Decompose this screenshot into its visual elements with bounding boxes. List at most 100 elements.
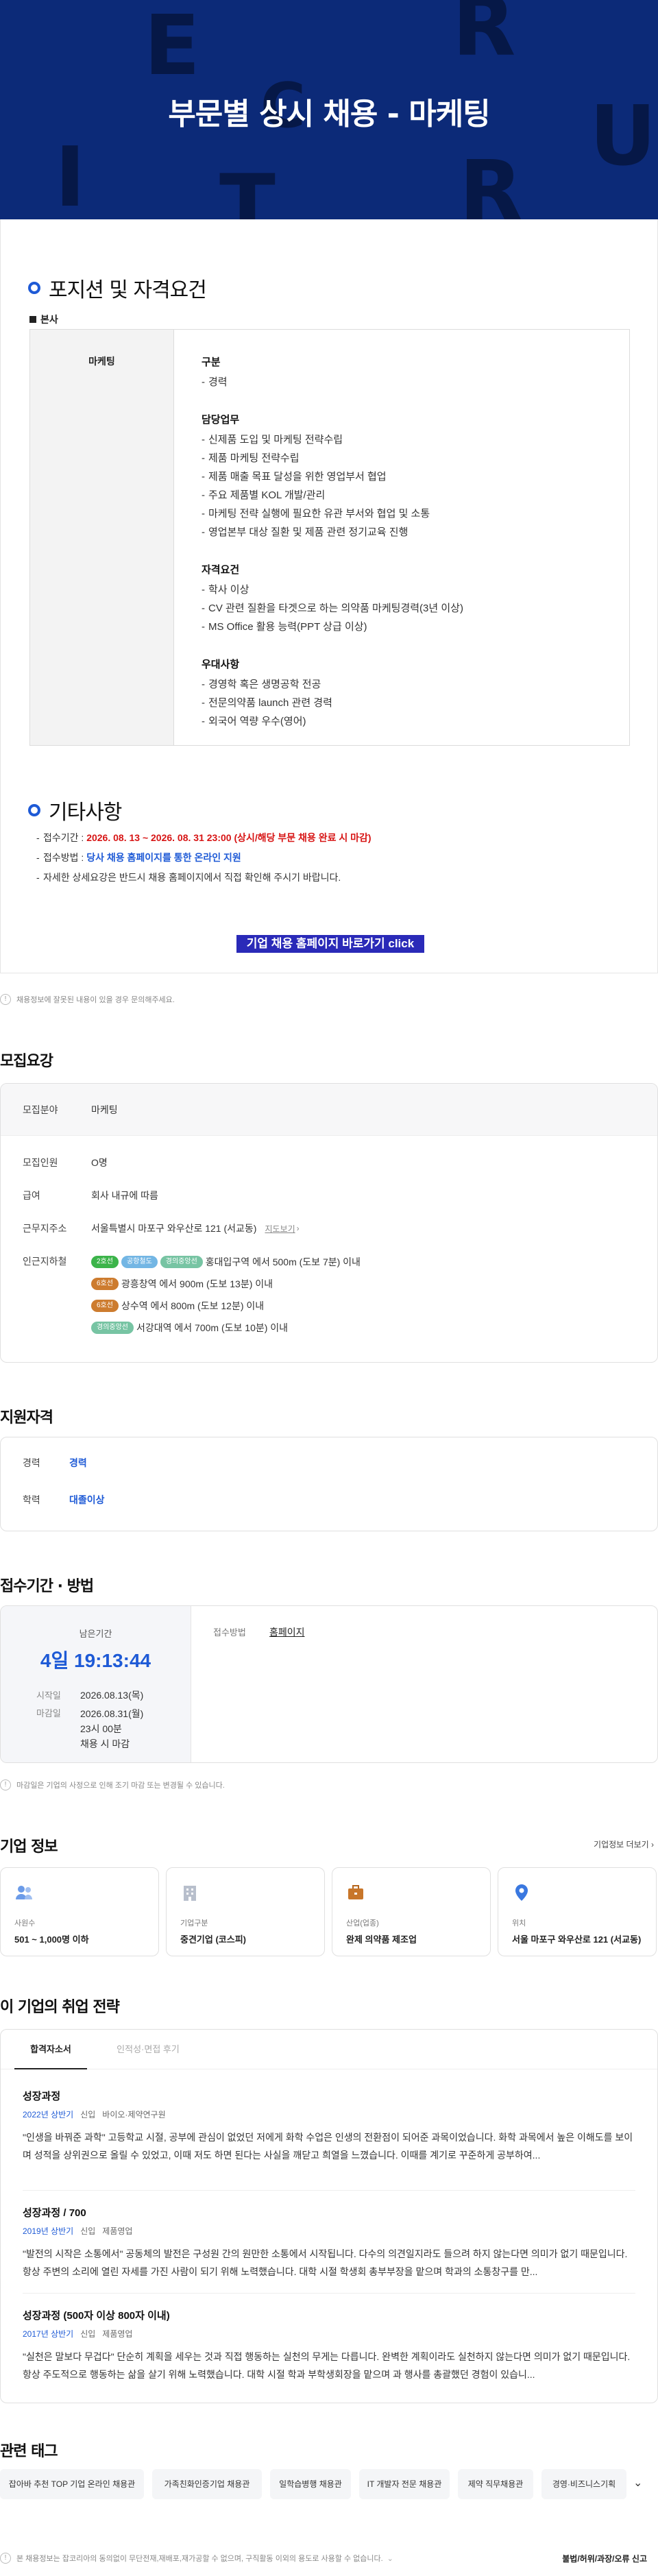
req-item: 제품 마케팅 전략수립 (202, 449, 629, 467)
station-text: 홍대입구역 에서 500m (도보 7분) 이내 (205, 1256, 361, 1267)
people-icon (16, 1886, 32, 1899)
company-more-link[interactable]: 기업정보 더보기 › (594, 1838, 654, 1850)
chevron-right-icon: › (296, 1224, 300, 1233)
end-time: 23시 00분 (80, 1723, 122, 1734)
company-card-industry: 산업(업종) 완제 의약품 제조업 (332, 1867, 491, 1956)
tag-item[interactable]: 가족친화인증기업 채용관 (152, 2469, 262, 2499)
briefcase-icon (348, 1885, 363, 1899)
chevron-right-icon: › (651, 1840, 654, 1849)
req-group-duties: 담당업무 신제품 도입 및 마케팅 전략수립 제품 마케팅 전략수립 제품 매출… (202, 412, 629, 542)
chevron-down-icon[interactable]: ⌄ (633, 2476, 642, 2490)
start-label: 시작일 (36, 1690, 61, 1701)
chevron-down-icon[interactable]: ⌄ (387, 2554, 393, 2563)
summary-row-salary: 급여 회사 내규에 따름 (1, 1185, 657, 1206)
card-value: 501 ~ 1,000명 이하 (14, 1934, 89, 1945)
station-text: 상수역 에서 800m (도보 12분) 이내 (121, 1300, 265, 1311)
summary-box: 모집분야 마케팅 모집인원 O명 급여 회사 내규에 따름 근무지주소 서울특별… (0, 1083, 658, 1363)
line-chip: 2호선 (91, 1256, 119, 1268)
page-title: 부문별 상시 채용 - 마케팅 (168, 97, 490, 132)
strategy-item[interactable]: 성장과정 (500자 이상 800자 이내) 2017년 상반기 신입 제품영업 "… (23, 2308, 637, 2383)
station-text: 광흥창역 에서 900m (도보 13분) 이내 (121, 1278, 273, 1289)
other-period: 접수기간 : 2026. 08. 13 ~ 2026. 08. 31 23:00… (36, 828, 371, 848)
item-body: "실천은 말보다 무겁다" 단순히 계획을 세우는 것과 직접 행동하는 실천의… (23, 2351, 631, 2380)
info-icon: ! (0, 994, 11, 1005)
req-item: 학사 이상 (202, 581, 629, 599)
company-homepage-button[interactable]: 기업 채용 홈페이지 바로가기 click (236, 935, 424, 953)
req-heading: 자격요건 (202, 564, 240, 576)
strategy-tabs: 합격자소서 인적성·면접 후기 (1, 2030, 657, 2069)
tag-item[interactable]: 경영·비즈니스기획 (541, 2469, 626, 2499)
period-label: 접수기간 : (43, 832, 87, 843)
building-icon (184, 1886, 196, 1901)
tag-item[interactable]: IT 개발자 전문 채용관 (359, 2469, 450, 2499)
end-date: 2026.08.31(월) (80, 1708, 144, 1719)
req-item: 제품 매출 목표 달성을 위한 영업부서 협업 (202, 467, 629, 486)
tab-interview-review[interactable]: 인적성·면접 후기 (103, 2030, 193, 2069)
tab-cover-letter[interactable]: 합격자소서 (14, 2030, 87, 2069)
item-dept: 제품영업 (102, 2226, 133, 2236)
requirements-cell: 구분 경력 담당업무 신제품 도입 및 마케팅 전략수립 제품 마케팅 전략수립… (174, 330, 629, 745)
item-type: 신입 (80, 2226, 96, 2236)
req-item: 신제품 도입 및 마케팅 전략수립 (202, 430, 629, 449)
item-title: 성장과정 / 700 (23, 2207, 86, 2219)
qual-row-career: 경력 경력 (1, 1453, 657, 1473)
divider (23, 2190, 635, 2191)
req-item: 주요 제품별 KOL 개발/관리 (202, 486, 629, 505)
line-chip: 공항철도 (121, 1256, 158, 1268)
card-value: 중견기업 (코스피) (180, 1934, 246, 1945)
other-list: 접수기간 : 2026. 08. 13 ~ 2026. 08. 31 23:00… (36, 828, 371, 888)
req-group-type: 구분 경력 (202, 354, 629, 391)
strategy-item[interactable]: 성장과정 / 700 2019년 상반기 신입 제품영업 "발전의 시작은 소통에서… (23, 2205, 637, 2281)
posting-notice-text: 채용정보에 잘못된 내용이 있을 경우 문의해주세요. (16, 996, 175, 1004)
item-dept: 제품영업 (102, 2329, 133, 2339)
summary-row-headcount: 모집인원 O명 (1, 1152, 657, 1173)
item-type: 신입 (80, 2110, 96, 2119)
item-type: 신입 (80, 2329, 96, 2339)
qualification-box: 경력 경력 학력 대졸이상 (0, 1437, 658, 1531)
item-dept: 바이오·제약연구원 (102, 2110, 166, 2119)
row-label: 경력 (23, 1457, 40, 1468)
summary-title: 모집요강 (0, 1053, 53, 1070)
item-meta: 2022년 상반기 신입 바이오·제약연구원 (23, 2109, 637, 2120)
strategy-title: 이 기업의 취업 전략 (0, 1999, 120, 2016)
req-item: 외국어 역량 우수(영어) (202, 712, 629, 731)
qualification-title: 지원자격 (0, 1409, 53, 1426)
other-method: 접수방법 : 당사 채용 홈페이지를 통한 온라인 지원 (36, 848, 371, 868)
item-title: 성장과정 (500자 이상 800자 이내) (23, 2310, 170, 2322)
method-homepage-link[interactable]: 홈페이지 (269, 1625, 305, 1639)
row-value: O명 (91, 1157, 108, 1168)
tag-item[interactable]: 일학습병행 채용관 (270, 2469, 351, 2499)
card-key: 산업(업종) (346, 1919, 379, 1928)
positions-title: 포지션 및 자격요건 (49, 278, 207, 302)
location-icon (515, 1884, 528, 1901)
card-value: 서울 마포구 와우산로 121 (서교동) (512, 1934, 642, 1945)
row-label: 모집분야 (23, 1104, 58, 1115)
item-body: "인생을 바꿔준 과학" 고등학교 시절, 공부에 관심이 없었던 저에게 화학… (23, 2132, 633, 2161)
ring-bullet-icon (28, 804, 40, 816)
row-value: 대졸이상 (69, 1494, 105, 1505)
line-chip: 경의중앙선 (91, 1322, 134, 1334)
row-label: 근무지주소 (23, 1223, 67, 1234)
row-label: 모집인원 (23, 1157, 58, 1168)
remain-countdown: 4일 19:13:44 (40, 1650, 151, 1671)
row-label: 인근지하철 (23, 1256, 67, 1267)
deadline-card: 남은기간 4일 19:13:44 시작일 2026.08.13(목) 마감일 2… (1, 1606, 191, 1762)
hero-banner: E R C U I T R 부문별 상시 채용 - 마케팅 (0, 0, 658, 219)
tag-item[interactable]: 제약 직무채용관 (458, 2469, 533, 2499)
report-link[interactable]: 불법/허위/과장/오류 신고 (562, 2553, 647, 2564)
item-year: 2019년 상반기 (23, 2226, 74, 2236)
station-row: 6호선 광흥창역 에서 900m (도보 13분) 이내 (91, 1277, 273, 1291)
map-link[interactable]: 지도보기 (265, 1223, 295, 1235)
hero-letter-e: E (144, 0, 200, 94)
item-year: 2022년 상반기 (23, 2110, 74, 2119)
hero-letter-i: I (55, 130, 86, 219)
item-meta: 2019년 상반기 신입 제품영업 (23, 2225, 637, 2237)
card-key: 기업구분 (180, 1919, 208, 1928)
strategy-item[interactable]: 성장과정 2022년 상반기 신입 바이오·제약연구원 "인생을 바꿔준 과학" 고… (23, 2089, 637, 2164)
tag-item[interactable]: 잡아바 추천 TOP 기업 온라인 채용관 (0, 2469, 144, 2499)
hero-letter-t: T (219, 158, 276, 220)
apply-title: 접수기간 · 방법 (0, 1578, 94, 1595)
item-body: "발전의 시작은 소통에서" 공동체의 발전은 구성원 간의 원만한 소통에서 … (23, 2248, 628, 2277)
row-value: 서울특별시 마포구 와우산로 121 (서교동) (91, 1223, 257, 1234)
station-row: 6호선 상수역 에서 800m (도보 12분) 이내 (91, 1299, 264, 1313)
